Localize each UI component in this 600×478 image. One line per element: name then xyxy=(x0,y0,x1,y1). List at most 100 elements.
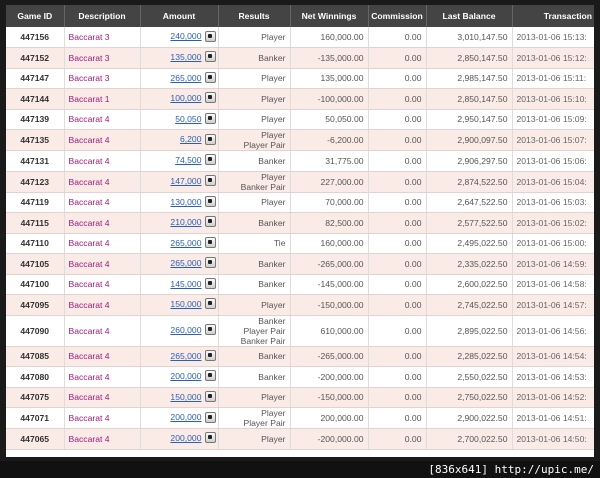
header-game-id[interactable]: Game ID xyxy=(6,5,65,27)
camera-icon[interactable] xyxy=(204,432,216,444)
table-row: 447090 Baccarat 4 260,000 Banker Player Pair… xyxy=(6,315,594,347)
amount-link[interactable]: 265,000 xyxy=(170,258,201,268)
amount-link[interactable]: 265,000 xyxy=(170,238,201,248)
amount-link[interactable]: 150,000 xyxy=(170,299,201,309)
header-transaction-time[interactable]: Transaction Time xyxy=(512,5,594,27)
camera-icon[interactable] xyxy=(204,30,216,42)
result-line: Player xyxy=(261,408,286,418)
result-line: Player xyxy=(261,114,286,125)
description-cell: Baccarat 4 xyxy=(64,192,141,213)
amount-link[interactable]: 265,000 xyxy=(170,351,201,361)
result-line: Banker Pair xyxy=(240,181,286,192)
results-cell: Banker xyxy=(218,150,291,172)
header-commission[interactable]: Commission xyxy=(368,5,427,27)
amount-cell: 200,000 xyxy=(140,366,219,388)
last-balance-cell: 2,647,522.50 xyxy=(426,192,513,213)
description-cell: Baccarat 4 xyxy=(64,233,141,254)
header-amount[interactable]: Amount xyxy=(140,5,219,27)
amount-cell: 50,050 xyxy=(140,109,219,130)
camera-icon[interactable] xyxy=(204,277,216,289)
game-id-cell: 447071 xyxy=(6,407,65,429)
results-cell: Banker xyxy=(218,346,291,367)
transaction-time-cell: 2013-01-06 15:06: xyxy=(512,150,594,172)
camera-icon[interactable] xyxy=(204,133,216,145)
camera-icon[interactable] xyxy=(204,349,216,361)
amount-link[interactable]: 6,200 xyxy=(180,134,202,144)
camera-icon[interactable] xyxy=(204,370,216,382)
amount-link[interactable]: 130,000 xyxy=(170,197,201,207)
camera-icon[interactable] xyxy=(204,175,216,187)
camera-icon[interactable] xyxy=(204,51,216,63)
table-row: 447080 Baccarat 4 200,000 Banker -200,000.00… xyxy=(6,366,594,388)
amount-cell: 210,000 xyxy=(140,212,219,234)
camera-icon[interactable] xyxy=(204,92,216,104)
amount-link[interactable]: 74,500 xyxy=(175,155,201,165)
camera-icon[interactable] xyxy=(204,154,216,166)
amount-link[interactable]: 200,000 xyxy=(170,371,201,381)
amount-cell: 6,200 xyxy=(140,129,219,151)
amount-link[interactable]: 100,000 xyxy=(170,93,201,103)
transaction-time-cell: 2013-01-06 14:57: xyxy=(512,294,594,316)
commission-cell: 0.00 xyxy=(368,171,427,193)
description-cell: Baccarat 3 xyxy=(64,47,141,69)
amount-link[interactable]: 50,050 xyxy=(175,114,201,124)
commission-cell: 0.00 xyxy=(368,407,427,429)
game-id-cell: 447156 xyxy=(6,27,65,48)
camera-icon[interactable] xyxy=(204,71,216,83)
amount-link[interactable]: 240,000 xyxy=(170,31,201,41)
description-cell: Baccarat 4 xyxy=(64,171,141,193)
results-cell: Banker xyxy=(218,253,291,275)
amount-link[interactable]: 260,000 xyxy=(170,325,201,335)
commission-cell: 0.00 xyxy=(368,150,427,172)
results-cell: Banker xyxy=(218,212,291,234)
description-cell: Baccarat 3 xyxy=(64,68,141,89)
game-id-cell: 447115 xyxy=(6,212,65,234)
amount-cell: 135,000 xyxy=(140,47,219,69)
commission-cell: 0.00 xyxy=(368,68,427,89)
amount-link[interactable]: 135,000 xyxy=(170,52,201,62)
amount-cell: 200,000 xyxy=(140,407,219,429)
result-line: Player xyxy=(261,32,286,42)
camera-icon[interactable] xyxy=(204,298,216,310)
header-description[interactable]: Description xyxy=(64,5,141,27)
header-results[interactable]: Results xyxy=(218,5,291,27)
net-winnings-cell: -200,000.00 xyxy=(290,428,369,450)
commission-cell: 0.00 xyxy=(368,428,427,450)
amount-link[interactable]: 147,000 xyxy=(170,176,201,186)
description-cell: Baccarat 4 xyxy=(64,253,141,275)
last-balance-cell: 2,900,022.50 xyxy=(426,407,513,429)
camera-icon[interactable] xyxy=(204,411,216,423)
amount-link[interactable]: 200,000 xyxy=(170,412,201,422)
last-balance-cell: 2,495,022.50 xyxy=(426,233,513,254)
amount-link[interactable]: 145,000 xyxy=(170,279,201,289)
amount-link[interactable]: 210,000 xyxy=(170,217,201,227)
game-id-cell: 447135 xyxy=(6,129,65,151)
table-body: 447156 Baccarat 3 240,000 Player 160,000.00 0… xyxy=(6,27,594,450)
result-line: Tie xyxy=(273,238,286,249)
result-line: Player xyxy=(261,299,286,310)
amount-cell: 145,000 xyxy=(140,274,219,295)
table-row: 447119 Baccarat 4 130,000 Player 70,000.00 0.… xyxy=(6,192,594,213)
amount-link[interactable]: 265,000 xyxy=(170,73,201,83)
camera-icon[interactable] xyxy=(204,236,216,248)
table-row: 447139 Baccarat 4 50,050 Player 50,050.00 0.0… xyxy=(6,109,594,130)
results-cell: Tie xyxy=(218,233,291,254)
header-last-balance[interactable]: Last Balance xyxy=(426,5,513,27)
description-cell: Baccarat 4 xyxy=(64,346,141,367)
commission-cell: 0.00 xyxy=(368,346,427,367)
transaction-time-cell: 2013-01-06 14:51: xyxy=(512,407,594,429)
commission-cell: 0.00 xyxy=(368,88,427,110)
description-cell: Baccarat 3 xyxy=(64,27,141,48)
amount-link[interactable]: 200,000 xyxy=(170,433,201,443)
camera-icon[interactable] xyxy=(204,324,216,336)
net-winnings-cell: -135,000.00 xyxy=(290,47,369,69)
camera-icon[interactable] xyxy=(204,257,216,269)
camera-icon[interactable] xyxy=(204,112,216,124)
result-line: Player Pair xyxy=(243,418,286,428)
camera-icon[interactable] xyxy=(204,390,216,402)
camera-icon[interactable] xyxy=(204,195,216,207)
commission-cell: 0.00 xyxy=(368,315,427,347)
camera-icon[interactable] xyxy=(204,216,216,228)
header-net-winnings[interactable]: Net Winnings xyxy=(290,5,369,27)
amount-link[interactable]: 150,000 xyxy=(170,392,201,402)
